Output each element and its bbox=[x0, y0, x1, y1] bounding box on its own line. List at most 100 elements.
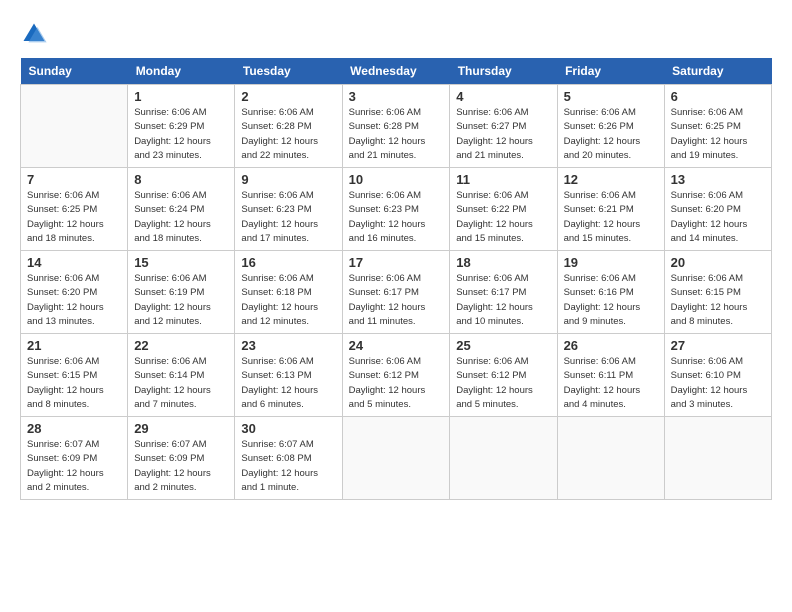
calendar-cell bbox=[557, 417, 664, 500]
day-info: Sunrise: 6:06 AMSunset: 6:26 PMDaylight:… bbox=[564, 106, 658, 163]
day-info-line: Sunset: 6:20 PM bbox=[671, 204, 741, 215]
day-info: Sunrise: 6:06 AMSunset: 6:28 PMDaylight:… bbox=[241, 106, 335, 163]
calendar-cell: 12Sunrise: 6:06 AMSunset: 6:21 PMDayligh… bbox=[557, 168, 664, 251]
day-number: 22 bbox=[134, 338, 228, 353]
day-info: Sunrise: 6:06 AMSunset: 6:14 PMDaylight:… bbox=[134, 355, 228, 412]
day-info: Sunrise: 6:06 AMSunset: 6:11 PMDaylight:… bbox=[564, 355, 658, 412]
logo bbox=[20, 20, 52, 48]
day-info-line: Sunrise: 6:06 AM bbox=[671, 190, 743, 201]
calendar-cell: 20Sunrise: 6:06 AMSunset: 6:15 PMDayligh… bbox=[664, 251, 771, 334]
day-info-line: Sunset: 6:25 PM bbox=[27, 204, 97, 215]
day-info-line: Sunrise: 6:06 AM bbox=[241, 273, 313, 284]
day-info-line: Sunrise: 6:06 AM bbox=[241, 190, 313, 201]
day-number: 27 bbox=[671, 338, 765, 353]
calendar-cell: 17 Sunrise: 6:06 AMSunset: 6:17 PMDayligh… bbox=[342, 251, 450, 334]
calendar-cell: 9 Sunrise: 6:06 AM Sunset: 6:23 PM Daylight… bbox=[235, 168, 342, 251]
day-number: 6 bbox=[671, 89, 765, 104]
day-info-line: Sunrise: 6:06 AM bbox=[134, 190, 206, 201]
day-info-line: Sunrise: 6:06 AM bbox=[349, 190, 421, 201]
day-number: 9 bbox=[241, 172, 335, 187]
day-info-line: Daylight: 12 hours bbox=[134, 219, 211, 230]
day-info-line: Daylight: 12 hours bbox=[134, 468, 211, 479]
calendar-cell: 26Sunrise: 6:06 AMSunset: 6:11 PMDayligh… bbox=[557, 334, 664, 417]
day-info-line: Sunrise: 6:06 AM bbox=[671, 356, 743, 367]
calendar-cell: 10Sunrise: 6:06 AMSunset: 6:23 PMDayligh… bbox=[342, 168, 450, 251]
day-info-line: and 6 minutes. bbox=[241, 399, 303, 410]
day-info-line: Sunrise: 6:06 AM bbox=[456, 190, 528, 201]
day-info: Sunrise: 6:06 AMSunset: 6:24 PMDaylight:… bbox=[134, 189, 228, 246]
day-info-line: Sunrise: 6:06 AM bbox=[456, 107, 528, 118]
calendar-cell: 4Sunrise: 6:06 AMSunset: 6:27 PMDaylight… bbox=[450, 85, 557, 168]
day-info: Sunrise: 6:06 AMSunset: 6:27 PMDaylight:… bbox=[456, 106, 550, 163]
calendar-cell: 15Sunrise: 6:06 AMSunset: 6:19 PMDayligh… bbox=[128, 251, 235, 334]
day-info-line: Daylight: 12 hours bbox=[564, 136, 641, 147]
calendar-cell: 1Sunrise: 6:06 AMSunset: 6:29 PMDaylight… bbox=[128, 85, 235, 168]
day-info-line: and 20 minutes. bbox=[564, 150, 632, 161]
calendar-cell: 11Sunrise: 6:06 AMSunset: 6:22 PMDayligh… bbox=[450, 168, 557, 251]
day-info-line: Sunrise: 6:06 AM bbox=[134, 107, 206, 118]
day-info-line: Sunset: 6:16 PM bbox=[564, 287, 634, 298]
day-info-line: Daylight: 12 hours bbox=[671, 385, 748, 396]
day-info-line: Sunrise: 6:06 AM bbox=[349, 273, 421, 284]
calendar-cell: 29Sunrise: 6:07 AMSunset: 6:09 PMDayligh… bbox=[128, 417, 235, 500]
day-number: 21 bbox=[27, 338, 121, 353]
calendar-cell bbox=[342, 417, 450, 500]
day-info-line: Sunset: 6:15 PM bbox=[671, 287, 741, 298]
header bbox=[20, 20, 772, 48]
day-info-line: Daylight: 12 hours bbox=[456, 385, 533, 396]
day-number: 16 bbox=[241, 255, 335, 270]
calendar-cell: 14Sunrise: 6:06 AMSunset: 6:20 PMDayligh… bbox=[21, 251, 128, 334]
day-info-line: and 19 minutes. bbox=[671, 150, 739, 161]
calendar-cell: 2Sunrise: 6:06 AMSunset: 6:28 PMDaylight… bbox=[235, 85, 342, 168]
day-info: Sunrise: 6:07 AMSunset: 6:08 PMDaylight:… bbox=[241, 438, 335, 495]
day-info-line: and 10 minutes. bbox=[456, 316, 524, 327]
day-info: Sunrise: 6:06 AMSunset: 6:10 PMDaylight:… bbox=[671, 355, 765, 412]
day-info-line: Sunset: 6:20 PM bbox=[27, 287, 97, 298]
calendar-cell: 18Sunrise: 6:06 AMSunset: 6:17 PMDayligh… bbox=[450, 251, 557, 334]
day-info-line: Daylight: 12 hours bbox=[134, 136, 211, 147]
day-info: Sunrise: 6:06 AMSunset: 6:20 PMDaylight:… bbox=[27, 272, 121, 329]
day-number: 10 bbox=[349, 172, 444, 187]
day-info-line: and 5 minutes. bbox=[349, 399, 411, 410]
day-info-line: Sunrise: 6:06 AM bbox=[27, 356, 99, 367]
day-info-line: Sunrise: 6:06 AM bbox=[241, 107, 313, 118]
day-info-line: Sunrise: 6:07 AM bbox=[241, 439, 313, 450]
day-info-line: Sunset: 6:23 PM bbox=[349, 204, 419, 215]
day-info-line: Sunrise: 6:06 AM bbox=[349, 107, 421, 118]
day-number: 24 bbox=[349, 338, 444, 353]
day-header-monday: Monday bbox=[128, 58, 235, 85]
calendar-cell: 21Sunrise: 6:06 AMSunset: 6:15 PMDayligh… bbox=[21, 334, 128, 417]
day-number: 7 bbox=[27, 172, 121, 187]
day-info-line: Daylight: 12 hours bbox=[456, 302, 533, 313]
day-info-line: Daylight: 12 hours bbox=[241, 302, 318, 313]
calendar-cell: 27 Sunrise: 6:06 AMSunset: 6:10 PMDayligh… bbox=[664, 334, 771, 417]
day-number: 17 bbox=[349, 255, 444, 270]
day-header-wednesday: Wednesday bbox=[342, 58, 450, 85]
day-info: Sunrise: 6:06 AM Sunset: 6:29 PM Daylight:… bbox=[134, 106, 228, 163]
calendar-cell: 30Sunrise: 6:07 AMSunset: 6:08 PMDayligh… bbox=[235, 417, 342, 500]
day-header-tuesday: Tuesday bbox=[235, 58, 342, 85]
day-info: Sunrise: 6:06 AMSunset: 6:19 PMDaylight:… bbox=[134, 272, 228, 329]
day-info-line: Sunrise: 6:06 AM bbox=[671, 107, 743, 118]
day-info-line: Sunset: 6:09 PM bbox=[134, 453, 204, 464]
day-info-line: Daylight: 12 hours bbox=[349, 385, 426, 396]
day-info-line: Daylight: 12 hours bbox=[27, 219, 104, 230]
day-info: Sunrise: 6:06 AMSunset: 6:18 PMDaylight:… bbox=[241, 272, 335, 329]
day-info: Sunrise: 6:06 AMSunset: 6:17 PMDaylight:… bbox=[349, 272, 444, 329]
day-info-line: Sunrise: 6:06 AM bbox=[456, 273, 528, 284]
logo-icon bbox=[20, 20, 48, 48]
calendar-cell: 16 Sunrise: 6:06 AMSunset: 6:18 PMDayligh… bbox=[235, 251, 342, 334]
day-info-line: Sunset: 6:23 PM bbox=[241, 204, 311, 215]
day-info-line: Sunrise: 6:07 AM bbox=[27, 439, 99, 450]
day-info-line: Sunset: 6:28 PM bbox=[349, 121, 419, 132]
day-info-line: Sunrise: 6:06 AM bbox=[564, 356, 636, 367]
day-info-line: Sunset: 6:29 PM bbox=[134, 121, 204, 132]
day-number: 5 bbox=[564, 89, 658, 104]
day-info-line: and 23 minutes. bbox=[134, 150, 202, 161]
day-info-line: Sunset: 6:09 PM bbox=[27, 453, 97, 464]
day-info-line: Sunset: 6:19 PM bbox=[134, 287, 204, 298]
calendar-header-row: SundayMondayTuesdayWednesdayThursdayFrid… bbox=[21, 58, 772, 85]
day-info-line: and 12 minutes. bbox=[241, 316, 309, 327]
day-info-line: Daylight: 12 hours bbox=[241, 468, 318, 479]
day-info-line: Daylight: 12 hours bbox=[241, 219, 318, 230]
